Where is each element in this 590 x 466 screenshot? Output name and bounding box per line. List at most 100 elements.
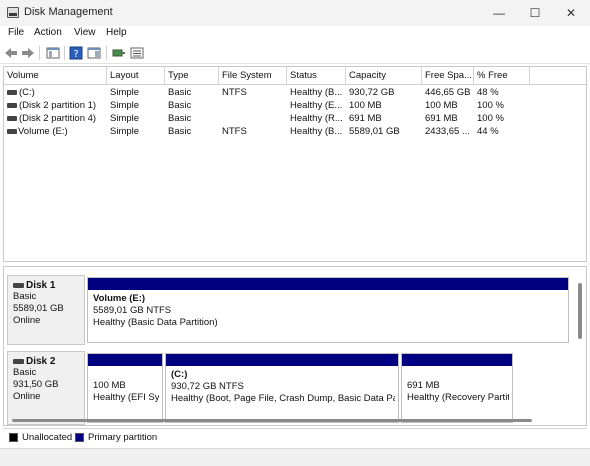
menu-help[interactable]: Help	[106, 27, 127, 38]
cell-volume: Volume (E:)	[18, 126, 68, 137]
partition-size: 691 MB	[407, 380, 440, 391]
partition-volume-e-body: Volume (E:) 5589,01 GB NTFS Healthy (Bas…	[93, 293, 565, 329]
connect-icon[interactable]	[112, 46, 126, 60]
status-bar	[0, 448, 590, 466]
partition-efi[interactable]: 100 MB Healthy (EFI Sys	[87, 353, 163, 423]
disk-1-label[interactable]: Disk 1 Basic 5589,01 GB Online	[7, 275, 85, 345]
cell-file-system: NTFS	[222, 126, 247, 137]
volume-row-disk2-partition4[interactable]: (Disk 2 partition 4) Simple Basic Health…	[4, 112, 586, 125]
cell-type: Basic	[168, 87, 192, 98]
cell-status: Healthy (B...	[290, 87, 343, 98]
partition-recovery[interactable]: 691 MB Healthy (Recovery Partit	[401, 353, 513, 423]
cell-percent-free: 48 %	[477, 87, 499, 98]
partition-c-body: (C:) 930,72 GB NTFS Healthy (Boot, Page …	[171, 369, 395, 405]
title-bar: Disk Management — ☐ ✕	[0, 0, 590, 26]
column-header-file-system[interactable]: File System	[219, 67, 287, 85]
column-header-capacity[interactable]: Capacity	[346, 67, 422, 85]
primary-partition-bar	[166, 354, 398, 366]
cell-percent-free: 100 %	[477, 113, 504, 124]
cell-volume: (Disk 2 partition 4)	[19, 113, 97, 124]
disk-icon	[13, 359, 24, 364]
cell-percent-free: 44 %	[477, 126, 499, 137]
disk-management-app-icon	[7, 7, 19, 18]
disk-view: Disk 1 Basic 5589,01 GB Online Volume (E…	[3, 266, 587, 426]
partition-c[interactable]: (C:) 930,72 GB NTFS Healthy (Boot, Page …	[165, 353, 399, 423]
svg-text:?: ?	[73, 49, 78, 60]
volume-list-header: Volume Layout Type File System Status Ca…	[4, 67, 586, 85]
legend: Unallocated Primary partition	[3, 428, 587, 446]
disk-1-type: Basic	[13, 291, 37, 302]
cell-type: Basic	[168, 113, 192, 124]
primary-partition-bar	[88, 278, 568, 290]
partition-size: 930,72 GB NTFS	[171, 381, 244, 392]
column-header-layout[interactable]: Layout	[107, 67, 165, 85]
legend-swatch-primary-partition	[75, 433, 84, 442]
cell-capacity: 100 MB	[349, 100, 382, 111]
cell-free-space: 691 MB	[425, 113, 458, 124]
cell-layout: Simple	[110, 100, 140, 111]
menu-action[interactable]: Action	[34, 27, 62, 38]
cell-capacity: 691 MB	[349, 113, 382, 124]
partition-name: Volume (E:)	[93, 293, 146, 304]
console-tree-icon[interactable]	[46, 46, 60, 60]
toolbar-separator	[39, 46, 40, 60]
menu-file[interactable]: File	[8, 27, 24, 38]
column-header-percent-free[interactable]: % Free	[474, 67, 530, 85]
disk-1-name-text: Disk 1	[26, 280, 56, 291]
cell-file-system: NTFS	[222, 87, 247, 98]
disk-2-size: 931,50 GB	[13, 379, 59, 390]
primary-partition-bar	[88, 354, 162, 366]
cell-free-space: 446,65 GB	[425, 87, 471, 98]
horizontal-scrollbar[interactable]	[12, 419, 532, 422]
toolbar-separator	[106, 46, 107, 60]
volume-row-c[interactable]: (C:) Simple Basic NTFS Healthy (B... 930…	[4, 86, 586, 99]
column-header-type[interactable]: Type	[165, 67, 219, 85]
partition-status: Healthy (Basic Data Partition)	[93, 317, 218, 328]
forward-arrow-icon[interactable]	[21, 46, 35, 60]
volume-row-e[interactable]: Volume (E:) Simple Basic NTFS Healthy (B…	[4, 125, 586, 138]
partition-volume-e[interactable]: Volume (E:) 5589,01 GB NTFS Healthy (Bas…	[87, 277, 569, 343]
disk-icon	[13, 283, 24, 288]
cell-status: Healthy (R...	[290, 113, 343, 124]
menu-view[interactable]: View	[74, 27, 96, 38]
cell-type: Basic	[168, 100, 192, 111]
cell-layout: Simple	[110, 87, 140, 98]
list-view-icon[interactable]	[130, 46, 144, 60]
primary-partition-bar	[402, 354, 512, 366]
maximize-button[interactable]: ☐	[520, 2, 550, 24]
cell-status: Healthy (E...	[290, 100, 343, 111]
window-title: Disk Management	[24, 6, 113, 18]
close-button[interactable]: ✕	[556, 2, 586, 24]
disk-2-name-text: Disk 2	[26, 356, 56, 367]
disk-1-status: Online	[13, 315, 41, 326]
cell-type: Basic	[168, 126, 192, 137]
legend-label-unallocated: Unallocated	[22, 432, 73, 443]
back-arrow-icon[interactable]	[4, 46, 18, 60]
column-header-volume[interactable]: Volume	[4, 67, 107, 85]
properties-icon[interactable]	[87, 46, 101, 60]
vertical-scrollbar[interactable]	[578, 283, 582, 339]
disk-2-label[interactable]: Disk 2 Basic 931,50 GB Online	[7, 351, 85, 425]
disk-2-status: Online	[13, 391, 41, 402]
cell-percent-free: 100 %	[477, 100, 504, 111]
column-header-free-space[interactable]: Free Spa...	[422, 67, 474, 85]
disk-1-size: 5589,01 GB	[13, 303, 64, 314]
minimize-button[interactable]: —	[484, 2, 514, 24]
column-header-status[interactable]: Status	[287, 67, 346, 85]
cell-free-space: 100 MB	[425, 100, 458, 111]
cell-file-system	[222, 99, 287, 112]
partition-efi-body: 100 MB Healthy (EFI Sys	[93, 380, 159, 404]
partition-status: Healthy (Recovery Partit	[407, 392, 509, 403]
cell-status: Healthy (B...	[290, 126, 343, 137]
menu-bar: File Action View Help	[0, 26, 590, 42]
toolbar: ?	[0, 42, 590, 64]
partition-name: (C:)	[171, 369, 188, 380]
disk-2-type: Basic	[13, 367, 37, 378]
volume-row-disk2-partition1[interactable]: (Disk 2 partition 1) Simple Basic Health…	[4, 99, 586, 112]
cell-layout: Simple	[110, 113, 140, 124]
disk-1-name: Disk 1	[13, 280, 84, 291]
help-icon[interactable]: ?	[69, 46, 83, 60]
partition-size: 5589,01 GB NTFS	[93, 305, 172, 316]
volume-list: Volume Layout Type File System Status Ca…	[3, 66, 587, 262]
cell-capacity: 5589,01 GB	[349, 126, 400, 137]
